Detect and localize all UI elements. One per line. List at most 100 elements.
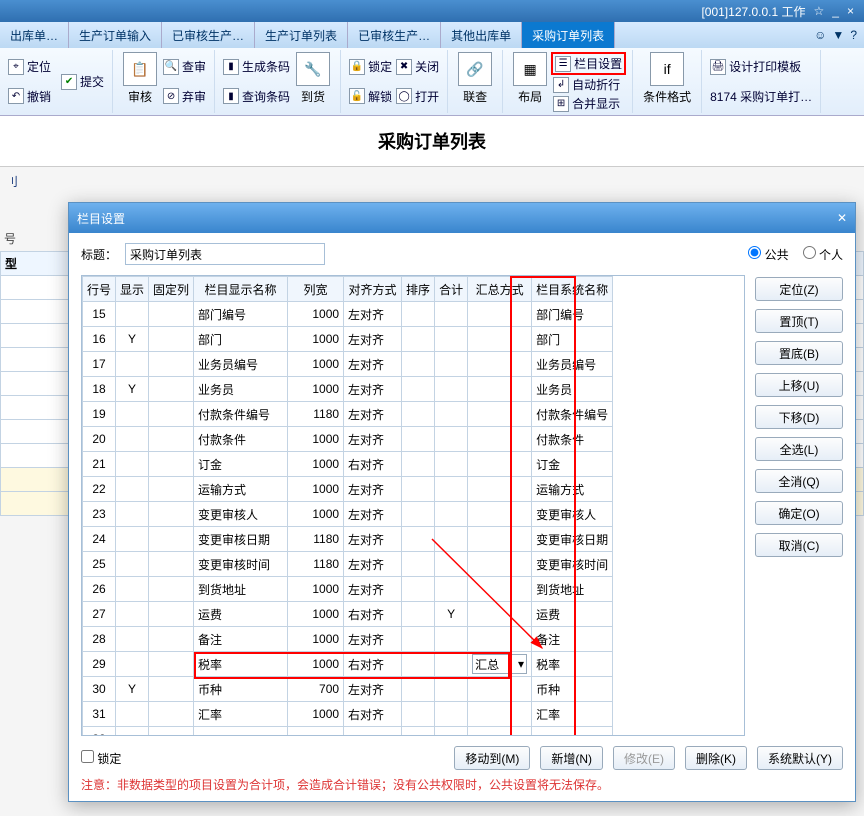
table-row[interactable]: 25变更审核时间1180左对齐变更审核时间: [83, 552, 613, 577]
settings-grid[interactable]: 行号显示固定列栏目显示名称列宽对齐方式排序合计汇总方式栏目系统名称 15部门编号…: [81, 275, 745, 736]
table-row[interactable]: 32: [83, 727, 613, 736]
btn-locate[interactable]: 定位(Z): [755, 277, 843, 301]
close2-icon: ✖: [396, 59, 412, 75]
btn-cancel[interactable]: 取消(C): [755, 533, 843, 557]
tab-2[interactable]: 已审核生产…: [162, 22, 255, 48]
table-row[interactable]: 21订金1000右对齐订金: [83, 452, 613, 477]
table-row[interactable]: 17业务员编号1000左对齐业务员编号: [83, 352, 613, 377]
rbtn-close[interactable]: ✖关闭: [394, 57, 441, 76]
col-header[interactable]: 排序: [402, 277, 435, 302]
col-header[interactable]: 对齐方式: [344, 277, 402, 302]
dialog-titlebar[interactable]: 栏目设置 ✕: [69, 203, 855, 233]
rbtn-check-audit[interactable]: 🔍查审: [161, 57, 208, 76]
columns-icon: ☰: [555, 56, 571, 72]
rbtn-cond[interactable]: if条件格式: [639, 52, 695, 111]
column-settings-dialog: 栏目设置 ✕ 标题： 公共 个人 行号显示固定列栏目显示名称列宽对齐方式排序合计…: [68, 202, 856, 802]
tab-4[interactable]: 已审核生产…: [348, 22, 441, 48]
col-header[interactable]: 栏目系统名称: [532, 277, 613, 302]
table-row[interactable]: 15部门编号1000左对齐部门编号: [83, 302, 613, 327]
rbtn-undo[interactable]: ↶撤销: [6, 87, 53, 106]
rbtn-arrive[interactable]: 🔧到货: [292, 52, 334, 111]
table-row[interactable]: 28备注1000左对齐备注: [83, 627, 613, 652]
radio-public[interactable]: 公共: [748, 246, 788, 263]
btn-up[interactable]: 上移(U): [755, 373, 843, 397]
col-header[interactable]: 汇总方式: [468, 277, 532, 302]
rbtn-lock[interactable]: 🔒锁定: [347, 57, 394, 76]
btn-ok[interactable]: 确定(O): [755, 501, 843, 525]
cond-icon: if: [650, 52, 684, 86]
table-row[interactable]: 24变更审核日期1180左对齐变更审核日期: [83, 527, 613, 552]
btn-selall[interactable]: 全选(L): [755, 437, 843, 461]
rbtn-printdesign[interactable]: 🖨设计打印模板: [708, 57, 814, 76]
rbtn-wrap[interactable]: ↲自动折行: [551, 75, 626, 94]
btn-moveto[interactable]: 移动到(M): [454, 746, 530, 770]
col-header[interactable]: 显示: [116, 277, 149, 302]
open-icon: ◯: [396, 88, 412, 104]
table-row[interactable]: 22运输方式1000左对齐运输方式: [83, 477, 613, 502]
rbtn-merge[interactable]: ⊞合并显示: [551, 94, 626, 113]
print-icon: 🖨: [710, 59, 726, 75]
unlock-icon: 🔓: [349, 88, 365, 104]
dialog-close-icon[interactable]: ✕: [837, 211, 847, 225]
table-row[interactable]: 26到货地址1000左对齐到货地址: [83, 577, 613, 602]
minimize-icon[interactable]: _: [832, 4, 839, 18]
locate-icon: ⌖: [8, 59, 24, 75]
rbtn-querybarcode[interactable]: ▮查询条码: [221, 87, 292, 106]
back-label[interactable]: 刂: [6, 175, 18, 189]
rbtn-abandon[interactable]: ⊘弃审: [161, 87, 208, 106]
btn-down[interactable]: 下移(D): [755, 405, 843, 429]
star-icon[interactable]: ☆: [814, 4, 825, 18]
rbtn-link[interactable]: 🔗联查: [454, 52, 496, 111]
table-row[interactable]: 27运费1000右对齐Y运费: [83, 602, 613, 627]
merge-icon: ⊞: [553, 96, 569, 112]
undo-icon: ↶: [8, 88, 24, 104]
rbtn-submit[interactable]: ✔提交: [59, 72, 106, 91]
btn-default[interactable]: 系统默认(Y): [757, 746, 843, 770]
help-icon[interactable]: ?: [850, 28, 857, 42]
tab-active[interactable]: 采购订单列表: [522, 22, 615, 48]
col-header[interactable]: 行号: [83, 277, 116, 302]
table-row[interactable]: 18Y业务员1000左对齐业务员: [83, 377, 613, 402]
col-header[interactable]: 栏目显示名称: [194, 277, 288, 302]
table-row[interactable]: 23变更审核人1000左对齐变更审核人: [83, 502, 613, 527]
close-icon[interactable]: ×: [847, 4, 854, 18]
table-row[interactable]: 20付款条件1000左对齐付款条件: [83, 427, 613, 452]
radio-private[interactable]: 个人: [803, 246, 843, 263]
col-header[interactable]: 列宽: [288, 277, 344, 302]
tab-0[interactable]: 出库单…: [0, 22, 69, 48]
tab-help: ☺ ▼ ?: [807, 22, 864, 48]
barcode-icon: ▮: [223, 59, 239, 75]
table-row[interactable]: 29税率1000右对齐汇总▾税率: [83, 652, 613, 677]
title-input[interactable]: [125, 243, 325, 265]
btn-selnone[interactable]: 全消(Q): [755, 469, 843, 493]
lock-checkbox[interactable]: 锁定: [81, 750, 121, 767]
btn-delete[interactable]: 删除(K): [685, 746, 747, 770]
rbtn-locate[interactable]: ⌖定位: [6, 57, 53, 76]
tab-3[interactable]: 生产订单列表: [255, 22, 348, 48]
col-header[interactable]: 合计: [435, 277, 468, 302]
col-header[interactable]: 固定列: [149, 277, 194, 302]
btn-bottom[interactable]: 置底(B): [755, 341, 843, 365]
summary-dropdown[interactable]: 汇总▾: [472, 654, 527, 674]
table-row[interactable]: 16Y部门1000左对齐部门: [83, 327, 613, 352]
title-label: 标题：: [81, 246, 117, 263]
tab-1[interactable]: 生产订单输入: [69, 22, 162, 48]
btn-new[interactable]: 新增(N): [540, 746, 603, 770]
doc-tabs: 出库单… 生产订单输入 已审核生产… 生产订单列表 已审核生产… 其他出库单 采…: [0, 22, 864, 48]
btn-top[interactable]: 置顶(T): [755, 309, 843, 333]
rbtn-printtpl[interactable]: 8174 采购订单打…: [708, 87, 814, 106]
table-row[interactable]: 31汇率1000右对齐汇率: [83, 702, 613, 727]
rbtn-layout[interactable]: ▦布局: [509, 52, 551, 111]
table-row[interactable]: 30Y币种700左对齐币种: [83, 677, 613, 702]
rbtn-open[interactable]: ◯打开: [394, 87, 441, 106]
smile-icon[interactable]: ☺: [814, 28, 826, 42]
rbtn-genbarcode[interactable]: ▮生成条码: [221, 57, 292, 76]
table-row[interactable]: 19付款条件编号1180左对齐付款条件编号: [83, 402, 613, 427]
dropdown-icon[interactable]: ▾: [518, 657, 524, 671]
rbtn-unlock[interactable]: 🔓解锁: [347, 87, 394, 106]
btn-edit[interactable]: 修改(E): [613, 746, 675, 770]
rbtn-columns[interactable]: ☰栏目设置: [553, 54, 624, 73]
tab-5[interactable]: 其他出库单: [441, 22, 522, 48]
rbtn-audit[interactable]: 📋审核: [119, 52, 161, 111]
dropdown-icon[interactable]: ▼: [832, 28, 844, 42]
